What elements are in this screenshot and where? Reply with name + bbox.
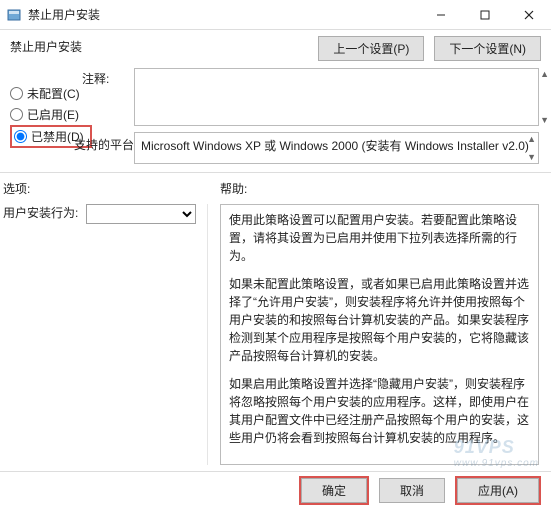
- platform-scroll: ▲ ▼: [527, 135, 536, 161]
- next-setting-button[interactable]: 下一个设置(N): [434, 36, 541, 61]
- caret-up-icon: ▲: [540, 70, 549, 78]
- comment-label: 注释:: [82, 70, 109, 87]
- radio-not-configured-label: 未配置(C): [27, 85, 80, 102]
- window-title: 禁止用户安装: [28, 6, 419, 23]
- setting-nav: 上一个设置(P) 下一个设置(N): [318, 36, 541, 61]
- help-paragraph: 如果启用此策略设置并选择“隐藏用户安装”，则安装程序将忽略按照每个用户安装的应用…: [229, 375, 530, 447]
- titlebar: 禁止用户安装: [0, 0, 551, 30]
- help-paragraph: 使用此策略设置可以配置用户安装。若要配置此策略设置，请将其设置为已启用并使用下拉…: [229, 211, 530, 265]
- behavior-label: 用户安装行为:: [3, 204, 78, 221]
- radio-disabled-input[interactable]: [14, 130, 27, 143]
- caret-down-icon: ▼: [527, 153, 536, 161]
- ok-button[interactable]: 确定: [301, 478, 367, 503]
- platform-text: Microsoft Windows XP 或 Windows 2000 (安装有…: [141, 139, 529, 153]
- comment-scroll: ▲ ▼: [540, 70, 549, 124]
- help-section-label: 帮助:: [220, 180, 247, 197]
- prev-setting-button[interactable]: 上一个设置(P): [318, 36, 424, 61]
- maximize-button[interactable]: [463, 0, 507, 30]
- bottom-bar: 确定 取消 应用(A): [0, 471, 551, 509]
- divider: [0, 172, 551, 173]
- caret-down-icon: ▼: [540, 116, 549, 124]
- comment-textarea[interactable]: [134, 68, 539, 126]
- radio-enabled-input[interactable]: [10, 108, 23, 121]
- platform-label: 支持的平台:: [74, 136, 137, 153]
- cancel-button[interactable]: 取消: [379, 478, 445, 503]
- highlight-apply-button: 应用(A): [455, 476, 541, 505]
- close-button[interactable]: [507, 0, 551, 30]
- behavior-select[interactable]: [86, 204, 196, 224]
- radio-not-configured-input[interactable]: [10, 87, 23, 100]
- minimize-button[interactable]: [419, 0, 463, 30]
- app-icon: [6, 7, 22, 23]
- caret-up-icon: ▲: [527, 135, 536, 143]
- help-area: 使用此策略设置可以配置用户安装。若要配置此策略设置，请将其设置为已启用并使用下拉…: [220, 204, 539, 465]
- apply-button[interactable]: 应用(A): [457, 478, 539, 503]
- highlight-ok-button: 确定: [299, 476, 369, 505]
- radio-enabled-label: 已启用(E): [27, 106, 79, 123]
- help-paragraph: 如果未配置此策略设置，或者如果已启用此策略设置并选择了“允许用户安装”，则安装程…: [229, 275, 530, 365]
- options-area: 用户安装行为:: [3, 204, 208, 465]
- options-section-label: 选项:: [3, 180, 30, 197]
- platform-box: Microsoft Windows XP 或 Windows 2000 (安装有…: [134, 132, 539, 164]
